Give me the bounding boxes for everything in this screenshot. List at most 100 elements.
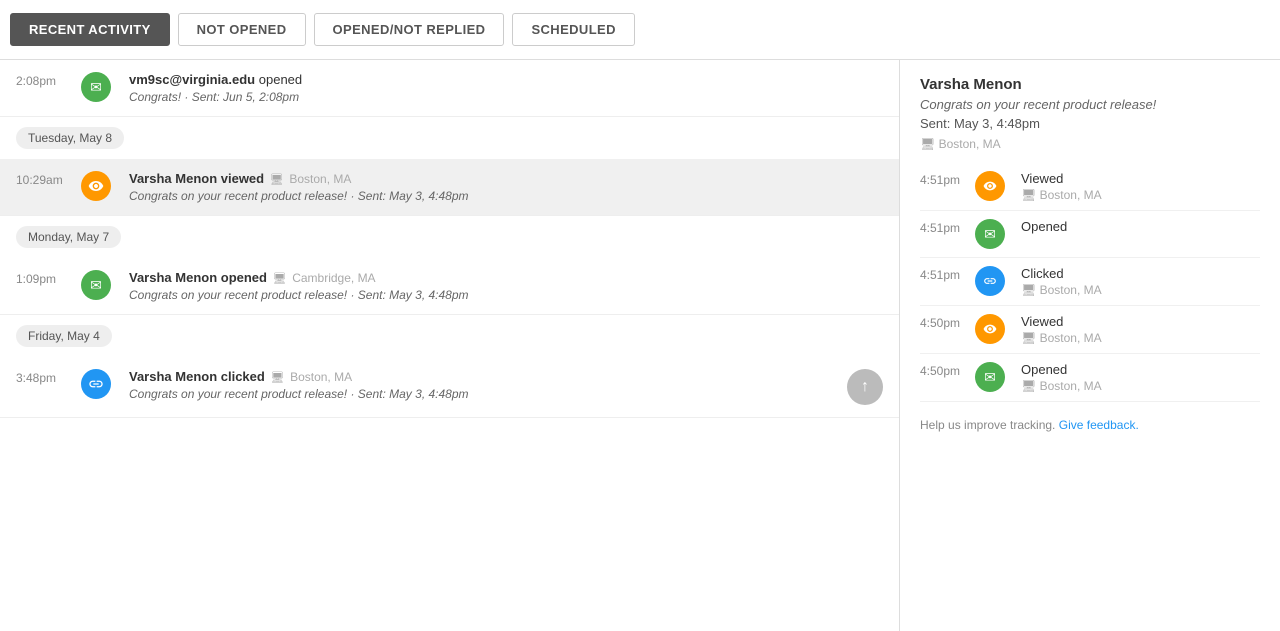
activity-icon-col: ✉ <box>81 72 117 102</box>
list-item[interactable]: 2:08pm ✉ vm9sc@virginia.edu opened Congr… <box>0 60 899 117</box>
detail-location: 🖥 Boston, MA <box>1021 379 1260 393</box>
detail-item: 4:50pm Viewed 🖥 Boston, MA <box>920 306 1260 354</box>
detail-device-icon: 🖥 <box>1021 379 1040 393</box>
detail-icon-col <box>975 171 1011 201</box>
tab-scheduled[interactable]: SCHEDULED <box>512 13 634 46</box>
feedback-section: Help us improve tracking. Give feedback. <box>920 418 1260 432</box>
detail-content: Opened 🖥 Boston, MA <box>1021 362 1260 393</box>
scroll-to-top-button[interactable]: ↑ <box>847 369 883 405</box>
date-badge: Monday, May 7 <box>16 226 121 248</box>
view-icon <box>975 171 1005 201</box>
detail-time: 4:51pm <box>920 219 975 235</box>
link-click-icon <box>975 266 1005 296</box>
activity-main-line: Varsha Menon clicked 🖥 Boston, MA <box>129 369 847 384</box>
activity-actor: Varsha Menon opened <box>129 270 267 285</box>
left-panel: 2:08pm ✉ vm9sc@virginia.edu opened Congr… <box>0 60 900 631</box>
email-open-icon: ✉ <box>81 270 111 300</box>
view-icon <box>975 314 1005 344</box>
list-item[interactable]: 3:48pm Varsha Menon clicked 🖥 Boston, MA… <box>0 357 899 418</box>
activity-time: 10:29am <box>16 171 81 187</box>
contact-sent: Sent: May 3, 4:48pm <box>920 116 1260 131</box>
device-icon: 🖥 <box>270 173 284 186</box>
detail-location: 🖥 Boston, MA <box>1021 283 1260 297</box>
activity-main-line: Varsha Menon opened 🖥 Cambridge, MA <box>129 270 883 285</box>
detail-item: 4:51pm Viewed 🖥 Boston, MA <box>920 163 1260 211</box>
date-separator-friday: Friday, May 4 <box>0 315 899 357</box>
contact-subject: Congrats on your recent product release! <box>920 97 1260 112</box>
activity-content: Varsha Menon opened 🖥 Cambridge, MA Cong… <box>129 270 883 302</box>
detail-device-icon: 🖥 <box>1021 283 1040 297</box>
detail-action: Clicked <box>1021 266 1260 281</box>
feedback-link[interactable]: Give feedback. <box>1059 418 1139 432</box>
activity-sub-line: Congrats on your recent product release!… <box>129 288 883 302</box>
detail-icon-col <box>975 266 1011 296</box>
detail-icon-col: ✉ <box>975 362 1011 392</box>
detail-device-icon: 🖥 <box>1021 188 1040 202</box>
feedback-text: Help us improve tracking. <box>920 418 1055 432</box>
activity-icon-col <box>81 369 117 399</box>
activity-actor: Varsha Menon viewed <box>129 171 264 186</box>
detail-time: 4:51pm <box>920 171 975 187</box>
detail-content: Viewed 🖥 Boston, MA <box>1021 314 1260 345</box>
detail-time: 4:51pm <box>920 266 975 282</box>
detail-action: Opened <box>1021 219 1260 234</box>
activity-time: 3:48pm <box>16 369 81 385</box>
tab-bar: RECENT ACTIVITY NOT OPENED OPENED/NOT RE… <box>0 0 1280 60</box>
tab-not-opened[interactable]: NOT OPENED <box>178 13 306 46</box>
date-badge: Tuesday, May 8 <box>16 127 124 149</box>
activity-time: 1:09pm <box>16 270 81 286</box>
tab-recent-activity[interactable]: RECENT ACTIVITY <box>10 13 170 46</box>
activity-main-line: Varsha Menon viewed 🖥 Boston, MA <box>129 171 883 186</box>
detail-icon-col <box>975 314 1011 344</box>
detail-item: 4:51pm Clicked 🖥 Boston, MA <box>920 258 1260 306</box>
detail-action: Opened <box>1021 362 1260 377</box>
activity-icon-col: ✉ <box>81 270 117 300</box>
date-separator-monday: Monday, May 7 <box>0 216 899 258</box>
date-badge: Friday, May 4 <box>16 325 112 347</box>
activity-content: vm9sc@virginia.edu opened Congrats! · Se… <box>129 72 883 104</box>
detail-time: 4:50pm <box>920 362 975 378</box>
detail-content: Clicked 🖥 Boston, MA <box>1021 266 1260 297</box>
email-open-icon: ✉ <box>975 219 1005 249</box>
email-open-icon: ✉ <box>975 362 1005 392</box>
detail-device-icon: 🖥 <box>1021 331 1040 345</box>
detail-content: Opened <box>1021 219 1260 236</box>
device-small-icon: 🖥 <box>920 137 939 151</box>
device-icon: 🖥 <box>273 272 287 285</box>
activity-actor: Varsha Menon clicked <box>129 369 265 384</box>
detail-action: Viewed <box>1021 314 1260 329</box>
activity-sub-line: Congrats! · Sent: Jun 5, 2:08pm <box>129 90 883 104</box>
activity-sub-line: Congrats on your recent product release!… <box>129 387 847 401</box>
detail-icon-col: ✉ <box>975 219 1011 249</box>
activity-location: Boston, MA <box>289 172 351 186</box>
detail-time: 4:50pm <box>920 314 975 330</box>
list-item[interactable]: 10:29am Varsha Menon viewed 🖥 Boston, MA… <box>0 159 899 216</box>
activity-action: opened <box>259 72 302 87</box>
detail-location: 🖥 Boston, MA <box>1021 188 1260 202</box>
detail-item: 4:50pm ✉ Opened 🖥 Boston, MA <box>920 354 1260 402</box>
right-panel: Varsha Menon Congrats on your recent pro… <box>900 60 1280 631</box>
link-click-icon <box>81 369 111 399</box>
activity-actor: vm9sc@virginia.edu <box>129 72 255 87</box>
contact-name: Varsha Menon <box>920 76 1260 93</box>
email-open-icon: ✉ <box>81 72 111 102</box>
activity-location: Cambridge, MA <box>292 271 375 285</box>
detail-item: 4:51pm ✉ Opened <box>920 211 1260 258</box>
activity-main-line: vm9sc@virginia.edu opened <box>129 72 883 87</box>
tab-opened-not-replied[interactable]: OPENED/NOT REPLIED <box>314 13 505 46</box>
detail-content: Viewed 🖥 Boston, MA <box>1021 171 1260 202</box>
date-separator-tuesday: Tuesday, May 8 <box>0 117 899 159</box>
activity-sub-line: Congrats on your recent product release!… <box>129 189 883 203</box>
activity-content: Varsha Menon clicked 🖥 Boston, MA Congra… <box>129 369 847 401</box>
activity-icon-col <box>81 171 117 201</box>
list-item[interactable]: 1:09pm ✉ Varsha Menon opened 🖥 Cambridge… <box>0 258 899 315</box>
activity-time: 2:08pm <box>16 72 81 88</box>
detail-action: Viewed <box>1021 171 1260 186</box>
activity-content: Varsha Menon viewed 🖥 Boston, MA Congrat… <box>129 171 883 203</box>
main-layout: 2:08pm ✉ vm9sc@virginia.edu opened Congr… <box>0 60 1280 631</box>
contact-location-top: 🖥 Boston, MA <box>920 137 1260 151</box>
activity-location: Boston, MA <box>290 370 352 384</box>
view-icon <box>81 171 111 201</box>
device-icon: 🖥 <box>270 371 284 384</box>
detail-location: 🖥 Boston, MA <box>1021 331 1260 345</box>
